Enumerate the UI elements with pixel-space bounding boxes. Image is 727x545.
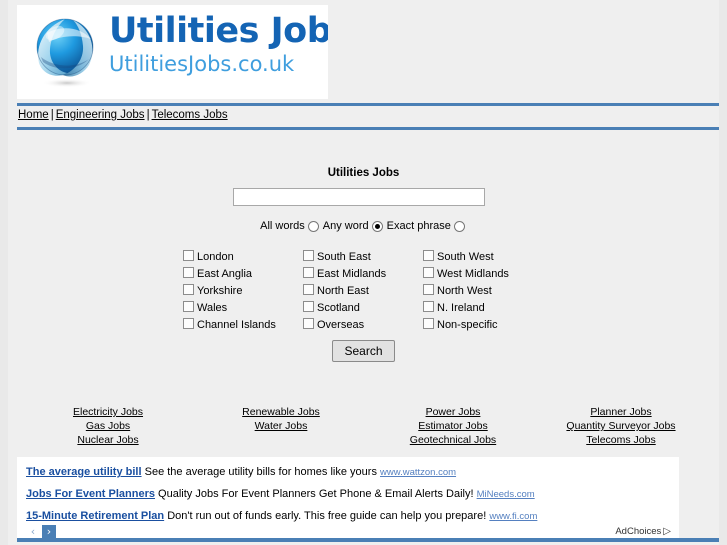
checkbox-yorkshire[interactable]: [183, 284, 194, 295]
nav-item-telecoms-jobs[interactable]: Telecoms Jobs: [152, 109, 228, 121]
ad-url-link[interactable]: MiNeeds.com: [477, 489, 535, 500]
divider-bottom: [17, 127, 719, 130]
job-link-nuclear-jobs[interactable]: Nuclear Jobs: [23, 433, 193, 447]
region-label: North East: [317, 285, 369, 297]
next-ad-arrow-icon[interactable]: ›: [42, 525, 56, 539]
job-link-planner-jobs[interactable]: Planner Jobs: [536, 405, 706, 419]
logo-subtitle: UtilitiesJobs.co.uk: [109, 52, 295, 76]
checkbox-north-east[interactable]: [303, 284, 314, 295]
ad-title-link[interactable]: Jobs For Event Planners: [26, 488, 155, 500]
region-label: London: [197, 251, 234, 263]
logo-wordmark: Utilities Jobs UtilitiesJobs.co.uk: [109, 11, 328, 76]
divider-top: [17, 103, 719, 106]
nav-item-home[interactable]: Home: [18, 109, 49, 121]
checkbox-west-midlands[interactable]: [423, 267, 434, 278]
footer-divider: [17, 538, 719, 542]
job-link-power-jobs[interactable]: Power Jobs: [368, 405, 538, 419]
nav-separator: |: [50, 109, 54, 121]
region-label: Non-specific: [437, 319, 498, 331]
region-option-south-west[interactable]: South West: [423, 249, 573, 266]
logo-title: Utilities Jobs: [109, 11, 328, 51]
match-mode-exact-phrase[interactable]: Exact phrase: [387, 220, 467, 232]
ad-url-link[interactable]: www.wattzon.com: [380, 467, 456, 478]
checkbox-south-east[interactable]: [303, 250, 314, 261]
region-label: Scotland: [317, 302, 360, 314]
match-mode-label: Any word: [322, 220, 369, 233]
job-link-estimator-jobs[interactable]: Estimator Jobs: [368, 419, 538, 433]
checkbox-channel-islands[interactable]: [183, 318, 194, 329]
checkbox-south-west[interactable]: [423, 250, 434, 261]
region-label: East Midlands: [317, 268, 387, 280]
nav-separator: |: [146, 109, 150, 121]
region-option-n-ireland[interactable]: N. Ireland: [423, 300, 573, 317]
ad-url-link[interactable]: www.fi.com: [489, 511, 537, 522]
job-link-geotechnical-jobs[interactable]: Geotechnical Jobs: [368, 433, 538, 447]
page-title: Utilities Jobs: [327, 167, 400, 179]
job-link-quantity-surveyor-jobs[interactable]: Quantity Surveyor Jobs: [536, 419, 706, 433]
main-navigation: Home | Engineering Jobs | Telecoms Jobs: [18, 109, 228, 121]
region-label: South East: [317, 251, 371, 263]
job-link-column: Electricity Jobs Gas Jobs Nuclear Jobs: [23, 405, 193, 447]
region-label: N. Ireland: [437, 302, 485, 314]
match-mode-label: All words: [260, 220, 305, 233]
region-label: Overseas: [317, 319, 365, 331]
region-option-non-specific[interactable]: Non-specific: [423, 317, 573, 334]
adchoices-label: AdChoices: [615, 526, 662, 537]
adchoices-triangle-icon: ▷: [663, 526, 671, 537]
search-input[interactable]: [233, 188, 485, 206]
radio-all-words[interactable]: [307, 220, 319, 232]
ad-item: Jobs For Event Planners Quality Jobs For…: [26, 483, 676, 505]
ad-description: See the average utility bills for homes …: [144, 466, 377, 478]
advertisement-block: The average utility bill See the average…: [17, 457, 679, 525]
region-label: East Anglia: [197, 268, 253, 280]
ad-description: Don't run out of funds early. This free …: [167, 510, 487, 522]
checkbox-overseas[interactable]: [303, 318, 314, 329]
checkbox-london[interactable]: [183, 250, 194, 261]
job-link-telecoms-jobs[interactable]: Telecoms Jobs: [536, 433, 706, 447]
ad-title-link[interactable]: 15-Minute Retirement Plan: [26, 510, 164, 522]
region-label: West Midlands: [437, 268, 509, 280]
region-label: Wales: [197, 302, 228, 314]
job-link-column: Planner Jobs Quantity Surveyor Jobs Tele…: [536, 405, 706, 447]
region-option-west-midlands[interactable]: West Midlands: [423, 266, 573, 283]
region-label: South West: [437, 251, 494, 263]
checkbox-scotland[interactable]: [303, 301, 314, 312]
job-link-column: Renewable Jobs Water Jobs: [196, 405, 366, 433]
nav-item-engineering-jobs[interactable]: Engineering Jobs: [56, 109, 145, 121]
region-label: North West: [437, 285, 492, 297]
region-label: Channel Islands: [197, 319, 276, 331]
globe-icon: [36, 18, 94, 88]
ad-description: Quality Jobs For Event Planners Get Phon…: [158, 488, 474, 500]
radio-exact-phrase[interactable]: [453, 220, 465, 232]
match-mode-any-word[interactable]: Any word: [323, 220, 385, 232]
checkbox-wales[interactable]: [183, 301, 194, 312]
search-button[interactable]: Search: [332, 340, 395, 362]
radio-any-word[interactable]: [371, 220, 383, 232]
page-container: Utilities Jobs UtilitiesJobs.co.uk Home |…: [8, 0, 719, 545]
region-column: South West West Midlands North West N. I…: [423, 249, 573, 334]
job-link-electricity-jobs[interactable]: Electricity Jobs: [23, 405, 193, 419]
job-link-water-jobs[interactable]: Water Jobs: [196, 419, 366, 433]
match-mode-label: Exact phrase: [386, 220, 451, 233]
site-logo[interactable]: Utilities Jobs UtilitiesJobs.co.uk: [17, 5, 328, 99]
match-mode-group: All words Any word Exact phrase: [8, 220, 719, 232]
previous-ad-arrow-icon[interactable]: ‹: [26, 525, 40, 539]
match-mode-all-words[interactable]: All words: [260, 220, 321, 232]
job-link-gas-jobs[interactable]: Gas Jobs: [23, 419, 193, 433]
job-link-column: Power Jobs Estimator Jobs Geotechnical J…: [368, 405, 538, 447]
search-button-container: Search: [8, 340, 719, 362]
region-label: Yorkshire: [197, 285, 243, 297]
job-link-renewable-jobs[interactable]: Renewable Jobs: [196, 405, 366, 419]
checkbox-east-anglia[interactable]: [183, 267, 194, 278]
region-option-north-west[interactable]: North West: [423, 283, 573, 300]
checkbox-n-ireland[interactable]: [423, 301, 434, 312]
checkbox-east-midlands[interactable]: [303, 267, 314, 278]
ad-title-link[interactable]: The average utility bill: [26, 466, 142, 478]
checkbox-non-specific[interactable]: [423, 318, 434, 329]
checkbox-north-west[interactable]: [423, 284, 434, 295]
ad-item: The average utility bill See the average…: [26, 461, 676, 483]
